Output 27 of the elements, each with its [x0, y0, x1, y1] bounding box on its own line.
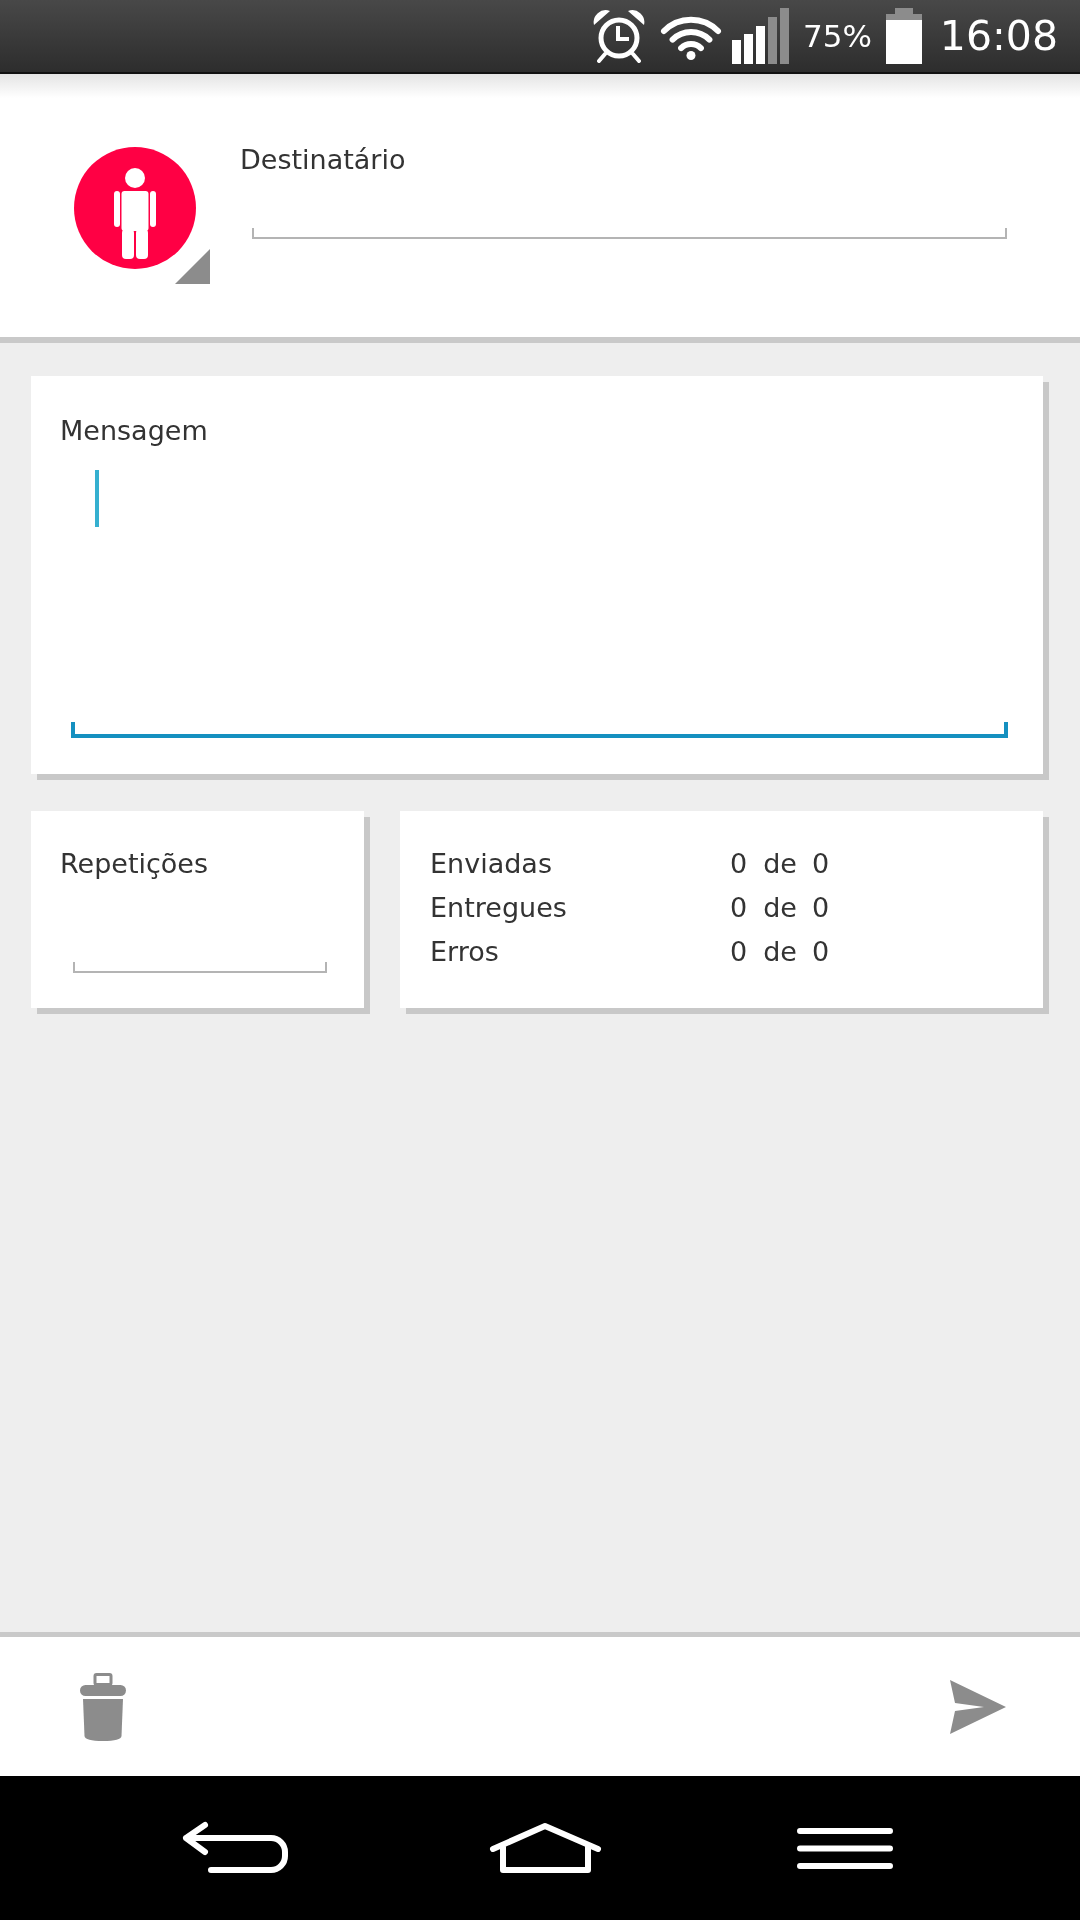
stat-separator: de: [763, 935, 797, 969]
stat-total: 0: [811, 847, 830, 881]
stat-separator: de: [763, 847, 797, 881]
stat-count: 0: [730, 847, 748, 881]
alarm-clock-icon: [591, 9, 646, 63]
repetitions-label: Repetições: [60, 848, 209, 880]
signal-bars-icon: [731, 8, 789, 64]
clock-time: 16:08: [939, 11, 1058, 61]
stat-label: Entregues: [430, 891, 568, 925]
stat-separator: de: [763, 891, 797, 925]
stat-total: 0: [811, 935, 830, 969]
battery-icon: [885, 8, 922, 64]
message-label: Mensagem: [60, 415, 208, 447]
send-icon[interactable]: [950, 1679, 1006, 1734]
recipient-label: Destinatário: [240, 144, 406, 176]
menu-icon[interactable]: [797, 1827, 893, 1869]
battery-percentage: 75%: [802, 17, 872, 56]
text-cursor-icon: [95, 470, 99, 527]
stat-count: 0: [730, 891, 748, 925]
stat-label: Erros: [430, 935, 500, 969]
person-avatar-icon[interactable]: [74, 147, 196, 269]
stat-count: 0: [730, 935, 748, 969]
trash-icon[interactable]: [80, 1672, 126, 1741]
corner-triangle-icon[interactable]: [175, 249, 210, 284]
stat-total: 0: [811, 891, 830, 925]
stat-label: Enviadas: [430, 847, 553, 881]
back-icon[interactable]: [182, 1821, 290, 1875]
